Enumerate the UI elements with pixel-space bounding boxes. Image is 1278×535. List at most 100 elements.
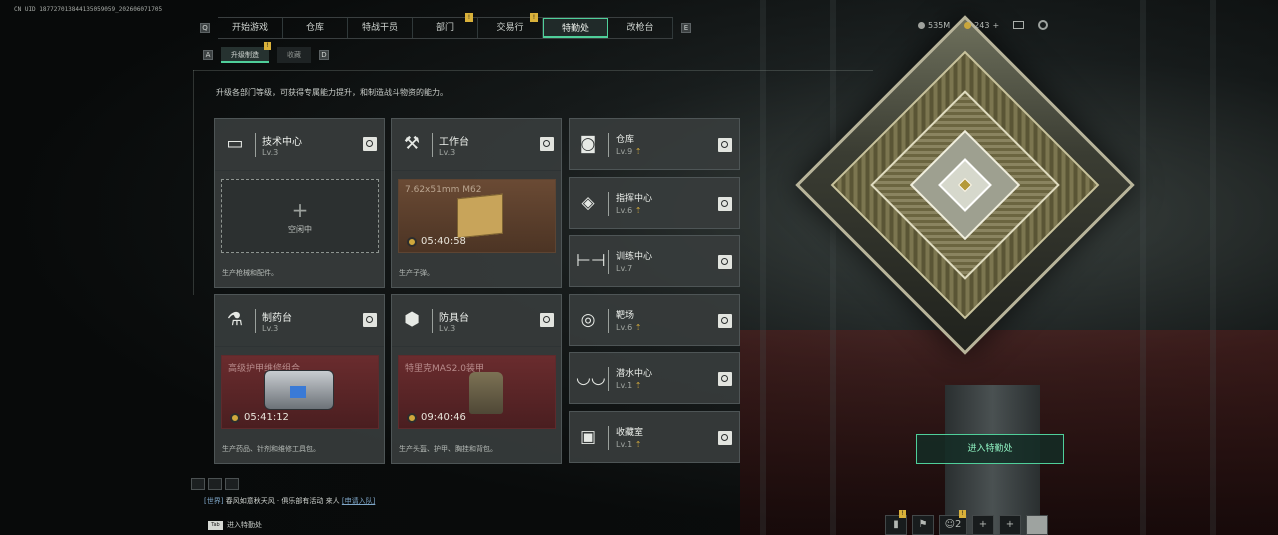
plus-icon: + bbox=[291, 198, 309, 222]
production-timer: 05:40:58 bbox=[421, 236, 466, 247]
card-description: 生产子弹。 bbox=[399, 269, 434, 277]
item-name: 7.62x51mm M62 bbox=[405, 185, 482, 195]
notification-flag: ! bbox=[530, 13, 538, 22]
avatar[interactable] bbox=[1026, 515, 1048, 535]
stats-button[interactable]: ▮! bbox=[885, 510, 907, 535]
flag-icon: ⚑ bbox=[918, 519, 928, 530]
search-icon[interactable] bbox=[718, 372, 732, 386]
card-title: 制药台 bbox=[262, 313, 292, 324]
search-icon[interactable] bbox=[363, 313, 377, 327]
tab-gunsmith[interactable]: 改枪台 bbox=[608, 18, 673, 38]
search-icon[interactable] bbox=[540, 313, 554, 327]
dept-command-center[interactable]: ◈ 指挥中心 Lv.6 ⇡ bbox=[569, 177, 740, 229]
dept-collection-room[interactable]: ▣ 收藏室 Lv.1 ⇡ bbox=[569, 411, 740, 463]
search-icon[interactable] bbox=[718, 197, 732, 211]
plus-icon: + bbox=[978, 519, 988, 530]
dept-diving-center[interactable]: ◡◡ 潜水中心 Lv.1 ⇡ bbox=[569, 352, 740, 404]
currency-icon bbox=[964, 21, 972, 29]
quick-slot[interactable] bbox=[225, 478, 239, 490]
coin-icon bbox=[918, 21, 925, 29]
tab-start-game[interactable]: 开始游戏 bbox=[218, 18, 283, 38]
card-armor-bench[interactable]: ⬢ 防具台 Lv.3 特里克MAS2.0装甲 09:40:46 生产头盔、护甲、… bbox=[391, 294, 562, 464]
coin-balance[interactable]: 535M bbox=[918, 21, 950, 30]
dept-level: Lv.7 bbox=[616, 264, 633, 273]
notification-flag: ! bbox=[465, 13, 473, 22]
production-slot-empty[interactable]: + 空闲中 bbox=[221, 179, 379, 253]
tab-operators[interactable]: 特战干员 bbox=[348, 18, 413, 38]
sub-navigation: A 升级制造! 收藏 D bbox=[203, 42, 329, 63]
dept-level: Lv.9 bbox=[616, 147, 633, 156]
search-icon[interactable] bbox=[540, 137, 554, 151]
dept-title: 仓库 bbox=[616, 135, 635, 145]
timer-icon bbox=[407, 412, 417, 423]
nav-prev-key[interactable]: Q bbox=[200, 23, 210, 33]
dept-warehouse[interactable]: ◙ 仓库 Lv.9 ⇡ bbox=[569, 118, 740, 170]
bar-chart-icon: ▮ bbox=[893, 519, 899, 530]
upgrade-arrow-icon: ⇡ bbox=[634, 206, 642, 215]
card-pharmacy[interactable]: ⚗ 制药台 Lv.3 高级护甲维修组合 05:41:12 生产药品、针剂和维修工… bbox=[214, 294, 385, 464]
page-description: 升级各部门等级，可获得专属能力提升，和制造战斗物资的能力。 bbox=[216, 88, 448, 97]
enter-special-ops-button[interactable]: 进入特勤处 bbox=[916, 434, 1064, 464]
dept-title: 指挥中心 bbox=[616, 194, 653, 204]
card-workbench[interactable]: ⚒ 工作台 Lv.3 7.62x51mm M62 05:40:58 生产子弹。 bbox=[391, 118, 562, 288]
dept-title: 训练中心 bbox=[616, 252, 653, 262]
upgrade-arrow-icon: ⇡ bbox=[634, 381, 642, 390]
goggles-icon: ◡◡ bbox=[576, 368, 606, 388]
frame-line bbox=[193, 70, 194, 295]
search-icon[interactable] bbox=[718, 431, 732, 445]
target-icon: ◎ bbox=[580, 310, 596, 330]
bottom-toolbar: ▮! ⚑ ☺2! + + bbox=[885, 510, 1048, 535]
top-right-bar: 535M 243 + bbox=[918, 20, 1049, 30]
chat-join-link[interactable]: [申请入队] bbox=[342, 497, 375, 505]
dept-title: 靶场 bbox=[616, 311, 635, 321]
tab-trade[interactable]: 交易行! bbox=[478, 13, 543, 38]
dept-shooting-range[interactable]: ◎ 靶场 Lv.6 ⇡ bbox=[569, 294, 740, 346]
card-tech-center[interactable]: ▭ 技术中心 Lv.3 + 空闲中 生产枪械和配件。 bbox=[214, 118, 385, 288]
nav-next-key[interactable]: E bbox=[681, 23, 691, 33]
search-icon[interactable] bbox=[718, 255, 732, 269]
vault-icon: ◙ bbox=[579, 134, 597, 154]
quick-slots bbox=[191, 478, 239, 490]
dept-title: 收藏室 bbox=[616, 428, 644, 438]
search-icon[interactable] bbox=[718, 138, 732, 152]
gear-icon[interactable] bbox=[1038, 20, 1049, 30]
subtab-upgrade[interactable]: 升级制造! bbox=[221, 42, 271, 63]
quick-slot[interactable] bbox=[208, 478, 222, 490]
timer-icon bbox=[407, 236, 417, 247]
key-hint-label: 进入特勤处 bbox=[227, 521, 262, 529]
search-icon[interactable] bbox=[363, 137, 377, 151]
dumbbell-icon: ⊢⊣ bbox=[576, 251, 606, 271]
production-slot[interactable]: 7.62x51mm M62 05:40:58 bbox=[398, 179, 556, 253]
search-icon[interactable] bbox=[718, 314, 732, 328]
upgrade-arrow-icon: ⇡ bbox=[634, 440, 642, 449]
card-level: Lv.3 bbox=[262, 148, 279, 157]
subtab-collection[interactable]: 收藏 bbox=[277, 47, 311, 63]
upgrade-arrow-icon: ⇡ bbox=[634, 323, 642, 332]
chat-line[interactable]: [世界] 春风如意秋天风 · 俱乐部有活动 来人 [申请入队] bbox=[204, 496, 375, 506]
dept-training-center[interactable]: ⊢⊣ 训练中心 Lv.7 bbox=[569, 235, 740, 287]
tab-special-ops[interactable]: 特勤处 bbox=[543, 18, 608, 38]
tab-warehouse[interactable]: 仓库 bbox=[283, 18, 348, 38]
card-level: Lv.3 bbox=[439, 148, 456, 157]
currency-balance[interactable]: 243 + bbox=[964, 21, 999, 30]
production-slot[interactable]: 高级护甲维修组合 05:41:12 bbox=[221, 355, 379, 429]
body-armor-image bbox=[469, 372, 503, 414]
timer-icon bbox=[230, 412, 240, 423]
friends-button[interactable]: ☺2! bbox=[939, 510, 967, 535]
card-description: 生产枪械和配件。 bbox=[222, 269, 278, 277]
quick-slot[interactable] bbox=[191, 478, 205, 490]
add-button[interactable]: + bbox=[999, 515, 1021, 535]
subnav-prev-key[interactable]: A bbox=[203, 50, 213, 60]
hammer-icon: ⚒ bbox=[403, 133, 421, 154]
subnav-next-key[interactable]: D bbox=[319, 50, 329, 60]
add-button[interactable]: + bbox=[972, 515, 994, 535]
diamond-target-icon: ◈ bbox=[581, 193, 595, 213]
chat-channel: [世界] bbox=[204, 497, 224, 505]
notification-flag: ! bbox=[899, 510, 906, 518]
production-timer: 05:41:12 bbox=[244, 412, 289, 423]
dept-title: 潜水中心 bbox=[616, 369, 653, 379]
mail-icon[interactable] bbox=[1013, 21, 1025, 29]
flag-button[interactable]: ⚑ bbox=[912, 515, 934, 535]
production-slot[interactable]: 特里克MAS2.0装甲 09:40:46 bbox=[398, 355, 556, 429]
tab-department[interactable]: 部门! bbox=[413, 13, 478, 38]
